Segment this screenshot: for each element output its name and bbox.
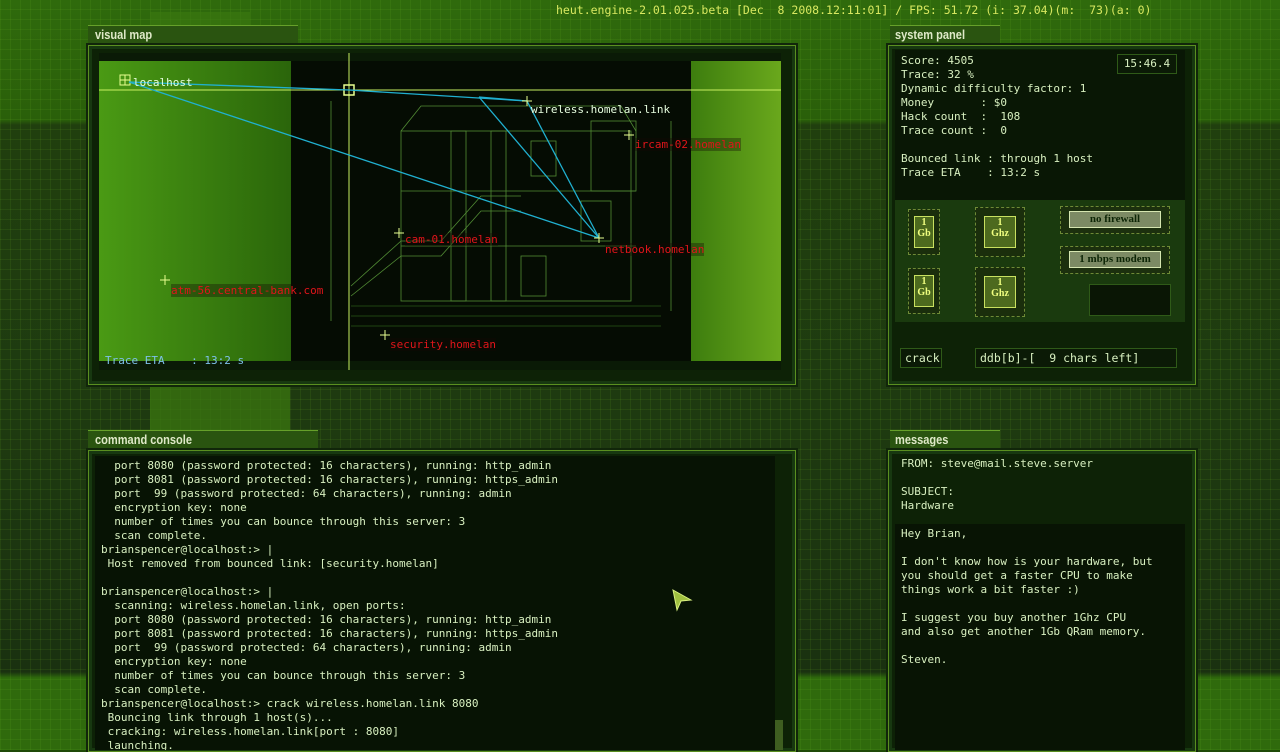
message-subject: Hardware: [901, 499, 954, 512]
engine-info: heut.engine-2.01.025.beta [Dec 8 2008.12…: [556, 3, 1152, 17]
modem-module: 1 mbps modem: [1069, 251, 1161, 268]
message-body: Hey Brian, I don't know how is your hard…: [901, 527, 1153, 666]
messages-title: messages: [895, 432, 949, 447]
cpu-chip-2: 1 Ghz: [984, 276, 1016, 308]
bounced-link: Bounced link : through 1 host: [901, 152, 1094, 165]
hack-count: Hack count : 108: [901, 110, 1021, 123]
console-line: Bouncing link through 1 host(s)...: [101, 711, 333, 724]
system-stats-area: Score: 4505 Trace: 32 % Dynamic difficul…: [895, 50, 1185, 200]
console-scrollbar[interactable]: [775, 720, 783, 750]
ram-chip-2: 1 Gb: [914, 275, 934, 307]
trace-count: Trace count : 0: [901, 124, 1007, 137]
system-panel-title: system panel: [895, 27, 966, 42]
console-line: encryption key: none: [101, 655, 247, 668]
message-subject-label: SUBJECT:: [901, 485, 954, 498]
game-clock: 15:46.4: [1117, 54, 1177, 74]
cpu-slot-2[interactable]: 1 Ghz: [975, 267, 1025, 317]
node-localhost[interactable]: localhost: [133, 76, 193, 89]
map-overlay: [99, 53, 781, 370]
ram-slot-1[interactable]: 1 Gb: [908, 209, 940, 255]
node-ircam[interactable]: ircam-02.homelan: [635, 138, 741, 151]
console-line: brianspencer@localhost:> |: [101, 585, 274, 598]
ram-slot-2[interactable]: 1 Gb: [908, 268, 940, 314]
mouse-cursor-icon: [672, 589, 693, 612]
console-line: scan complete.: [101, 683, 207, 696]
console-line: port 8081 (password protected: 16 charac…: [101, 473, 558, 486]
console-line: number of times you can bounce through t…: [101, 515, 466, 528]
node-security[interactable]: security.homelan: [390, 338, 496, 351]
console-line: port 99 (password protected: 64 characte…: [101, 487, 512, 500]
console-lines: port 8080 (password protected: 16 charac…: [101, 459, 558, 750]
console-line: brianspencer@localhost:> crack wireless.…: [101, 697, 479, 710]
node-wireless[interactable]: wireless.homelan.link: [531, 103, 670, 116]
node-cam[interactable]: cam-01.homelan: [405, 233, 498, 246]
cpu-chip-1: 1 Ghz: [984, 216, 1016, 248]
message-from: FROM: steve@mail.steve.server: [901, 457, 1094, 470]
crack-input[interactable]: ddb[b]-[ 9 chars left]: [975, 348, 1177, 368]
console-line: port 8080 (password protected: 16 charac…: [101, 459, 552, 472]
console-line: launching.: [101, 739, 174, 750]
trace-eta: Trace ETA : 13:2 s: [901, 166, 1041, 179]
console-line: port 8080 (password protected: 16 charac…: [101, 613, 552, 626]
console-line: scan complete.: [101, 529, 207, 542]
ram-chip-1: 1 Gb: [914, 216, 934, 248]
console-line: brianspencer@localhost:> |: [101, 543, 274, 556]
console-line: encryption key: none: [101, 501, 247, 514]
console-line: Host removed from bounced link: [securit…: [101, 557, 439, 570]
modem-slot[interactable]: 1 mbps modem: [1060, 246, 1170, 274]
visual-map-area[interactable]: localhost wireless.homelan.link ircam-02…: [99, 53, 781, 370]
difficulty: Dynamic difficulty factor: 1: [901, 82, 1087, 95]
trace-percent: Trace: 32 %: [901, 68, 974, 81]
console-line: port 8081 (password protected: 16 charac…: [101, 627, 558, 640]
empty-slot[interactable]: [1089, 284, 1171, 316]
node-atm[interactable]: atm-56.central-bank.com: [171, 284, 324, 297]
hardware-area: 1 Gb 1 Ghz 1 Gb 1 Ghz no firewall 1 mbps…: [895, 200, 1185, 322]
console-output[interactable]: port 8080 (password protected: 16 charac…: [95, 456, 775, 750]
score: Score: 4505: [901, 54, 974, 67]
cpu-slot-1[interactable]: 1 Ghz: [975, 207, 1025, 257]
money: Money : $0: [901, 96, 1007, 109]
message-body-area[interactable]: Hey Brian, I don't know how is your hard…: [895, 524, 1185, 750]
visual-map-title: visual map: [95, 27, 153, 42]
system-stats: Score: 4505 Trace: 32 % Dynamic difficul…: [901, 54, 1093, 180]
console-line: port 99 (password protected: 64 characte…: [101, 641, 512, 654]
console-title: command console: [95, 432, 193, 447]
firewall-slot[interactable]: no firewall: [1060, 206, 1170, 234]
crack-label: crack: [900, 348, 942, 368]
message-header: FROM: steve@mail.steve.server SUBJECT: H…: [895, 456, 1185, 522]
firewall-module: no firewall: [1069, 211, 1161, 228]
node-netbook[interactable]: netbook.homelan: [605, 243, 705, 256]
console-line: number of times you can bounce through t…: [101, 669, 466, 682]
console-line: cracking: wireless.homelan.link[port : 8…: [101, 725, 400, 738]
map-trace-eta: Trace ETA : 13:2 s: [105, 354, 245, 367]
console-line: scanning: wireless.homelan.link, open po…: [101, 599, 406, 612]
